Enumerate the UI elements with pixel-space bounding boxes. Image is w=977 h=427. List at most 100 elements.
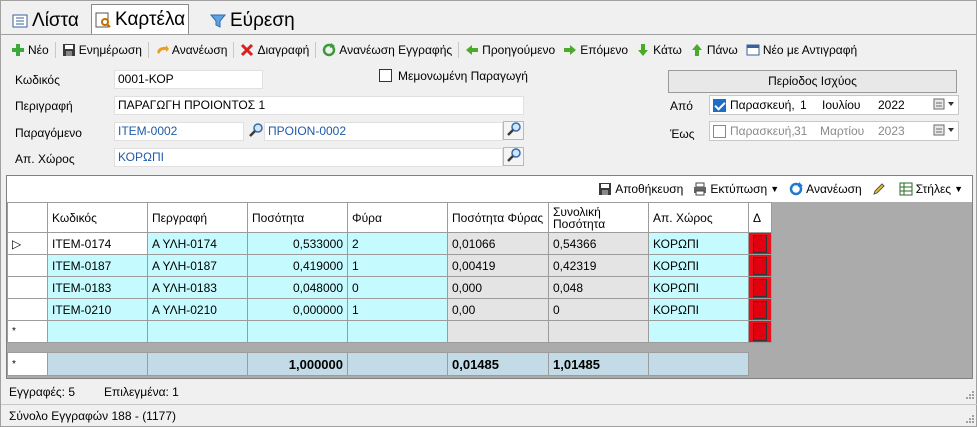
up-button[interactable]: Πάνω [686, 40, 742, 60]
delete-button-label: Διαγραφή [257, 43, 310, 57]
next-label: Επόμενο [580, 43, 629, 57]
cell-waste[interactable]: 1 [347, 298, 448, 321]
delete-row-button[interactable] [748, 298, 772, 321]
delete-row-button[interactable] [748, 254, 772, 277]
magnifier-icon [248, 122, 264, 141]
from-calendar-dropdown[interactable] [932, 96, 958, 114]
row-header [7, 298, 48, 321]
cell-quantity[interactable] [247, 320, 348, 343]
from-day: Παρασκευή, [730, 98, 795, 112]
tab-card[interactable]: Καρτέλα [91, 4, 190, 35]
cell-quantity[interactable]: 0,419000 [247, 254, 348, 277]
product-code-field[interactable]: ITEM-0002 [114, 122, 244, 141]
column-header-waste[interactable]: Φύρα [347, 202, 448, 233]
resize-grip-icon[interactable] [965, 413, 975, 423]
isolated-production-checkbox[interactable] [379, 69, 392, 82]
cell-waste[interactable]: 2 [347, 232, 448, 255]
update-button[interactable]: Ενημέρωση [58, 40, 146, 60]
from-date-picker[interactable]: Παρασκευή, 1 Ιουλίου 2022 [709, 95, 959, 115]
column-header-total-quantity[interactable]: Συνολική Ποσότητα [548, 202, 649, 233]
cell-description[interactable] [147, 320, 248, 343]
cell-code[interactable]: ITEM-0174 [47, 232, 148, 255]
cell-warehouse[interactable]: ΚΟΡΩΠΙ [648, 254, 749, 277]
cell-description[interactable]: Α ΥΛΗ-0187 [147, 254, 248, 277]
total-records: Σύνολο Εγγραφών 188 - (1177) [9, 409, 176, 423]
column-header-delete[interactable]: Δ [748, 202, 772, 233]
product-search-button[interactable] [503, 121, 524, 140]
new-copy-button[interactable]: Νέο με Αντιγραφή [742, 40, 861, 60]
grid-edit-button[interactable] [867, 179, 894, 199]
cell-description[interactable]: Α ΥΛΗ-0210 [147, 298, 248, 321]
warehouse-search-button[interactable] [503, 147, 524, 166]
tab-search-label: Εύρεση [230, 9, 295, 31]
column-header-quantity[interactable]: Ποσότητα [247, 202, 348, 233]
cell-waste[interactable]: 1 [347, 254, 448, 277]
separator [54, 42, 56, 58]
delete-row-button[interactable] [748, 276, 772, 299]
row-header [7, 276, 48, 299]
cell-waste-quantity: 0,00419 [447, 254, 549, 277]
cell-description[interactable]: Α ΥΛΗ-0174 [147, 232, 248, 255]
down-button[interactable]: Κάτω [632, 40, 686, 60]
cell-description[interactable]: Α ΥΛΗ-0183 [147, 276, 248, 299]
delete-button[interactable]: Διαγραφή [236, 40, 313, 60]
tab-list[interactable]: Λίστα [9, 6, 82, 35]
main-toolbar: Νέο Ενημέρωση Ανανέωση Διαγραφή Ανανέωση… [1, 39, 977, 61]
cell-quantity[interactable]: 0,000000 [247, 298, 348, 321]
warehouse-field[interactable]: ΚΟΡΩΠΙ [114, 148, 503, 167]
product-code-search-button[interactable] [245, 122, 266, 141]
validity-period-button[interactable]: Περίοδος Ισχύος [668, 70, 957, 93]
card-icon [95, 12, 111, 28]
resize-grip-icon[interactable] [965, 389, 975, 399]
column-header-waste-quantity[interactable]: Ποσότητα Φύρας [447, 202, 549, 233]
cell-total-quantity: 0,048 [548, 276, 649, 299]
refresh-record-button[interactable]: Ανανέωση Εγγραφής [318, 40, 456, 60]
table-row[interactable]: ▷ ITEM-0174 Α ΥΛΗ-0174 0,533000 2 0,0106… [7, 232, 772, 255]
product-name-field[interactable]: ΠΡΟΙΟΝ-0002 [264, 122, 503, 141]
cell-warehouse[interactable]: ΚΟΡΩΠΙ [648, 232, 749, 255]
tab-search[interactable]: Εύρεση [207, 6, 298, 35]
table-row[interactable]: ITEM-0183 Α ΥΛΗ-0183 0,048000 0 0,000 0,… [7, 276, 772, 299]
grid-save-button[interactable]: Αποθήκευση [593, 179, 688, 199]
cell-waste[interactable]: 0 [347, 276, 448, 299]
to-calendar-dropdown[interactable] [932, 122, 958, 140]
cell-code[interactable]: ITEM-0183 [47, 276, 148, 299]
grid-print-button[interactable]: Εκτύπωση ▼ [688, 179, 784, 199]
code-field[interactable]: 0001-ΚΟΡ [114, 70, 263, 89]
cell-waste[interactable] [347, 320, 448, 343]
table-row[interactable]: ITEM-0210 Α ΥΛΗ-0210 0,000000 1 0,00 0 Κ… [7, 298, 772, 321]
cell-code[interactable] [47, 320, 148, 343]
grid-refresh-button[interactable]: Ανανέωση [784, 179, 867, 199]
previous-button[interactable]: Προηγούμενο [461, 40, 559, 60]
table-row[interactable]: ITEM-0187 Α ΥΛΗ-0187 0,419000 1 0,00419 … [7, 254, 772, 277]
next-button[interactable]: Επόμενο [559, 40, 632, 60]
cell-warehouse[interactable]: ΚΟΡΩΠΙ [648, 298, 749, 321]
down-label: Κάτω [653, 43, 682, 57]
column-header-description[interactable]: Περγραφή [147, 202, 248, 233]
to-date-checkbox[interactable] [713, 125, 726, 138]
cell-warehouse[interactable]: ΚΟΡΩΠΙ [648, 276, 749, 299]
selected-count: Επιλεγμένα: 1 [104, 385, 179, 399]
calendar-dropdown-icon [933, 98, 957, 113]
delete-row-button[interactable] [748, 320, 772, 343]
new-button-label: Νέο [28, 43, 49, 57]
grid-print-label: Εκτύπωση [710, 182, 768, 196]
cell-warehouse[interactable] [648, 320, 749, 343]
cell-code[interactable]: ITEM-0210 [47, 298, 148, 321]
description-field[interactable]: ΠΑΡΑΓΩΓΗ ΠΡΟΙΟΝΤΟΣ 1 [114, 96, 524, 115]
refresh-button[interactable]: Ανανέωση [151, 40, 232, 60]
from-date-checkbox[interactable] [713, 99, 726, 112]
grid-columns-button[interactable]: Στήλες ▼ [894, 179, 968, 199]
cell-quantity[interactable]: 0,048000 [247, 276, 348, 299]
new-row[interactable]: * [7, 320, 772, 343]
column-header-code[interactable]: Κωδικός [47, 202, 148, 233]
tab-list-label: Λίστα [32, 9, 79, 31]
components-table: Κωδικός Περγραφή Ποσότητα Φύρα Ποσότητα … [7, 202, 772, 343]
to-date-picker[interactable]: Παρασκευή, 31 Μαρτίου 2023 [709, 121, 959, 141]
cell-code[interactable]: ITEM-0187 [47, 254, 148, 277]
grid-status-bar: Εγγραφές: 5 Επιλεγμένα: 1 [1, 380, 977, 402]
cell-quantity[interactable]: 0,533000 [247, 232, 348, 255]
new-button[interactable]: Νέο [7, 40, 53, 60]
column-header-warehouse[interactable]: Απ. Χώρος [648, 202, 749, 233]
delete-row-button[interactable] [748, 232, 772, 255]
